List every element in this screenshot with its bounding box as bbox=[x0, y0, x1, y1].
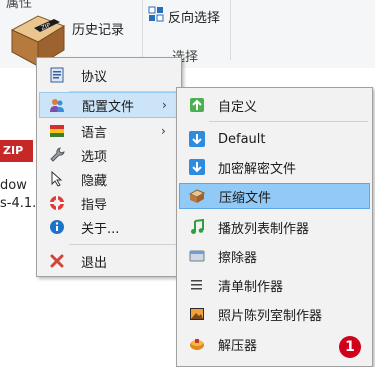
close-icon bbox=[50, 254, 64, 268]
menu-item-label: 语言 bbox=[81, 125, 108, 141]
ribbon-divider-right bbox=[230, 0, 231, 60]
menu-item-label: 选项 bbox=[81, 149, 108, 165]
menu-separator bbox=[69, 244, 177, 245]
file-name-line2[interactable]: s-4.1. bbox=[0, 196, 36, 211]
ribbon-invert-selection-button[interactable]: 反向选择 bbox=[168, 7, 220, 26]
submenu-item-list-maker[interactable]: 清单制作器 bbox=[179, 272, 370, 298]
ribbon-divider bbox=[142, 0, 143, 60]
submenu-item-label: 照片陈列室制作器 bbox=[218, 308, 323, 324]
menu-item-protocol[interactable]: 协议 bbox=[39, 62, 179, 88]
file-name-line1[interactable]: dow bbox=[0, 178, 27, 193]
menu-item-label: 隐藏 bbox=[81, 173, 108, 189]
annotation-badge: 1 bbox=[339, 336, 361, 358]
menu-item-about[interactable]: 关于... bbox=[39, 214, 179, 240]
menu-item-options[interactable]: 选项 bbox=[39, 142, 179, 168]
custom-icon bbox=[190, 98, 204, 112]
submenu-item-default[interactable]: Default bbox=[179, 126, 370, 152]
cursor-icon bbox=[51, 171, 63, 187]
list-icon bbox=[191, 280, 202, 290]
submenu-item-label: 压缩文件 bbox=[219, 190, 272, 206]
document-list-icon bbox=[50, 67, 64, 83]
compress-icon bbox=[189, 189, 205, 203]
music-icon bbox=[191, 219, 204, 234]
menu-item-language[interactable]: 语言 › bbox=[39, 118, 179, 144]
submenu-item-photo-gallery[interactable]: 照片陈列室制作器 bbox=[179, 301, 370, 327]
submenu-item-playlist[interactable]: 播放列表制作器 bbox=[179, 214, 370, 240]
profiles-submenu: 自定义 Default 加密解密文件 压缩文件 播放列表制作器 擦除器 清单制作… bbox=[176, 87, 373, 367]
photo-icon bbox=[190, 308, 204, 320]
menu-item-label: 协议 bbox=[81, 69, 108, 85]
ribbon-history-button[interactable]: 历史记录 bbox=[72, 19, 124, 38]
submenu-item-encrypt[interactable]: 加密解密文件 bbox=[179, 154, 370, 180]
submenu-item-label: 清单制作器 bbox=[218, 279, 284, 295]
users-icon bbox=[50, 99, 64, 112]
submenu-item-label: 加密解密文件 bbox=[218, 161, 297, 177]
invert-selection-icon bbox=[148, 6, 164, 22]
menu-item-label: 配置文件 bbox=[82, 99, 135, 115]
submenu-arrow-icon: › bbox=[162, 98, 167, 112]
box-icon bbox=[190, 339, 204, 350]
menu-item-label: 指导 bbox=[81, 197, 108, 213]
submenu-arrow-icon: › bbox=[161, 124, 166, 138]
menu-item-label: 关于... bbox=[81, 221, 120, 237]
menu-item-exit[interactable]: 退出 bbox=[39, 248, 179, 274]
submenu-item-label: 擦除器 bbox=[218, 250, 258, 266]
submenu-item-custom[interactable]: 自定义 bbox=[179, 92, 370, 118]
submenu-item-eraser[interactable]: 擦除器 bbox=[179, 243, 370, 269]
submenu-item-label: 自定义 bbox=[218, 99, 258, 115]
menu-item-profiles[interactable]: 配置文件 › bbox=[39, 92, 179, 118]
flag-icon bbox=[50, 125, 64, 137]
submenu-item-compress[interactable]: 压缩文件 bbox=[179, 183, 370, 209]
submenu-item-label: 播放列表制作器 bbox=[218, 221, 310, 237]
menu-item-guide[interactable]: 指导 bbox=[39, 190, 179, 216]
eraser-icon bbox=[189, 250, 205, 262]
menu-separator bbox=[209, 121, 368, 122]
submenu-item-label: Default bbox=[218, 131, 266, 147]
main-context-menu: 协议 配置文件 › 语言 › 选项 隐藏 指导 关于... 退出 bbox=[36, 57, 182, 277]
info-icon bbox=[50, 220, 64, 234]
wrench-icon bbox=[50, 147, 65, 162]
lifebuoy-icon bbox=[50, 196, 64, 210]
menu-item-hide[interactable]: 隐藏 bbox=[39, 166, 179, 192]
submenu-item-label: 解压器 bbox=[218, 338, 258, 354]
zip-file-icon[interactable]: ZIP bbox=[0, 140, 33, 162]
download-icon bbox=[189, 131, 205, 147]
download-icon bbox=[189, 159, 205, 175]
menu-item-label: 退出 bbox=[81, 255, 108, 271]
